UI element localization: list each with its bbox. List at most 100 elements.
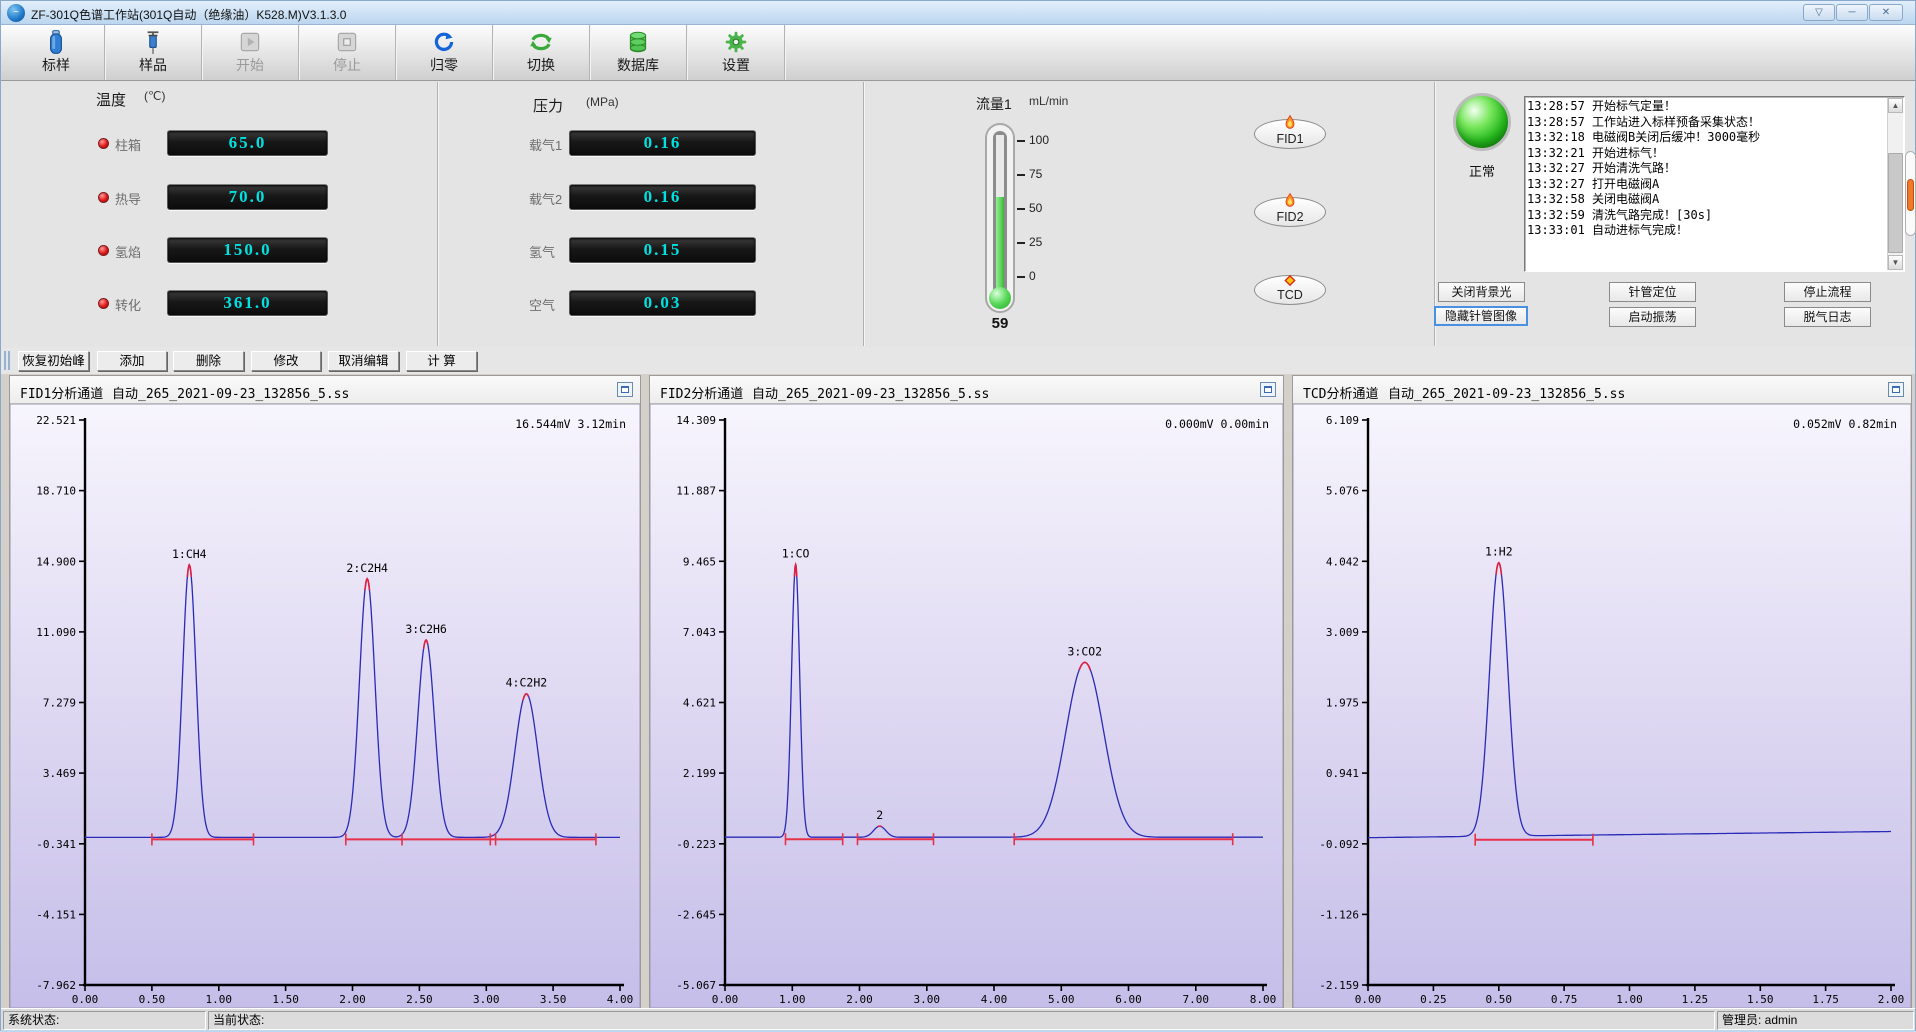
detector-button-tcd[interactable]: TCD: [1254, 275, 1326, 305]
hide-needle-image-button[interactable]: 隐藏针管图像: [1434, 306, 1528, 326]
toolbar-label: 数据库: [590, 55, 686, 75]
x-tick-label: 7.00: [1183, 993, 1210, 1006]
delete-peak-button[interactable]: 删除: [173, 351, 244, 371]
toolbar-button-database[interactable]: 数据库: [590, 25, 687, 80]
temp-row-label: 转化: [115, 295, 141, 314]
y-tick-label: -2.159: [1319, 979, 1359, 992]
pressure-display: 0.15: [569, 237, 756, 263]
detector-button-fid2[interactable]: FID2: [1254, 197, 1326, 227]
scroll-down-icon[interactable]: ▼: [1888, 255, 1903, 270]
pressure-display: 0.03: [569, 290, 756, 316]
chart-file-name: 自动_265_2021-09-23_132856_5.ss: [1388, 383, 1625, 402]
x-tick-label: 3.50: [540, 993, 567, 1006]
switch-icon: [493, 25, 589, 55]
reset-zero-icon: [396, 25, 492, 55]
add-peak-button[interactable]: 添加: [97, 351, 167, 371]
toolbar-button-sample[interactable]: 样品: [105, 25, 202, 80]
restore-initial-peaks-button[interactable]: 恢复初始峰: [18, 351, 89, 371]
peak-label: 1:CO: [782, 547, 810, 561]
pressure-title: 压力: [533, 95, 563, 116]
maximize-chart-icon[interactable]: [1888, 382, 1904, 397]
y-tick-label: 14.309: [676, 414, 716, 427]
x-tick-label: 0.50: [139, 993, 166, 1006]
stop-flow-button[interactable]: 停止流程: [1784, 282, 1871, 302]
flow-tick-label: 50: [1029, 201, 1042, 215]
event-log[interactable]: 13:28:57 开始标气定量！13:28:57 工作站进入标样预备采集状态！1…: [1524, 96, 1905, 272]
close-backlight-button[interactable]: 关闭背景光: [1438, 282, 1525, 302]
maximize-chart-icon[interactable]: [1260, 382, 1276, 397]
status-light-label: 正常: [1453, 161, 1511, 180]
modify-peak-button[interactable]: 修改: [251, 351, 321, 371]
chart-file-name: 自动_265_2021-09-23_132856_5.ss: [112, 383, 349, 402]
flow-value: 59: [981, 315, 1019, 332]
calculate-button[interactable]: 计 算: [406, 351, 477, 371]
temp-display: 65.0: [167, 130, 328, 156]
chart-channel-title: FID1分析通道: [20, 383, 103, 402]
toolbar-label: 设置: [688, 55, 784, 75]
pressure-row-label: 空气: [529, 295, 555, 314]
toolbar-grip[interactable]: [4, 351, 11, 370]
pressure-row-label: 氢气: [529, 242, 555, 261]
log-scrollbar[interactable]: ▲ ▼: [1887, 98, 1903, 270]
close-button[interactable]: ✕: [1869, 4, 1903, 21]
minimize-button[interactable]: ─: [1836, 4, 1868, 21]
start-oscillation-button[interactable]: 启动振荡: [1609, 307, 1696, 327]
toolbar-button-settings[interactable]: 设置: [688, 25, 785, 80]
toolbar-label: 归零: [396, 55, 492, 75]
y-tick-label: -5.067: [676, 979, 716, 992]
syringe-icon: [105, 25, 201, 55]
chart-header: TCD分析通道 自动_265_2021-09-23_132856_5.ss: [1293, 376, 1911, 404]
toolbar-button-zero[interactable]: 归零: [396, 25, 493, 80]
flow-tick-label: 25: [1029, 235, 1042, 249]
x-tick-label: 3.00: [914, 993, 941, 1006]
titlebar: ~ ZF-301Q色谱工作站(301Q自动（绝缘油）K528.M)V3.1.3.…: [1, 1, 1915, 25]
x-tick-label: 3.00: [473, 993, 500, 1006]
chart-channel-title: FID2分析通道: [660, 383, 743, 402]
maximize-chart-icon[interactable]: [617, 382, 633, 397]
app-window: ~ ZF-301Q色谱工作站(301Q自动（绝缘油）K528.M)V3.1.3.…: [0, 0, 1916, 1031]
temp-led: [98, 245, 109, 256]
chart-canvas: 14.30911.8879.4657.0434.6212.199-0.223-2…: [650, 404, 1283, 1008]
y-tick-label: -2.645: [676, 908, 716, 921]
x-tick-label: 2.00: [339, 993, 366, 1006]
toolbar-label: 样品: [105, 55, 201, 75]
detector-button-fid1[interactable]: FID1: [1254, 119, 1326, 149]
toolbar-label: 标样: [8, 55, 104, 75]
flow-tick-label: 75: [1029, 167, 1042, 181]
flow-tick: [1017, 242, 1025, 244]
toolbar-button-start[interactable]: 开始: [202, 25, 299, 80]
toolbar-button-standard-sample[interactable]: 标样: [8, 25, 105, 80]
side-panel-grip[interactable]: [1907, 179, 1914, 211]
status-light: [1453, 93, 1511, 151]
chart-header: FID2分析通道 自动_265_2021-09-23_132856_5.ss: [650, 376, 1283, 404]
chart-channel-title: TCD分析通道: [1303, 383, 1378, 402]
x-tick-label: 2.00: [846, 993, 873, 1006]
temperature-title: 温度: [96, 89, 126, 110]
skin-button[interactable]: ▽: [1803, 4, 1835, 21]
scrollbar-thumb[interactable]: [1888, 153, 1903, 253]
temp-row-label: 热导: [115, 189, 141, 208]
y-tick-label: -0.223: [676, 838, 716, 851]
chromatogram-fid2[interactable]: 14.30911.8879.4657.0434.6212.199-0.223-2…: [650, 404, 1283, 1013]
degas-log-button[interactable]: 脱气日志: [1784, 307, 1871, 327]
y-tick-label: 11.090: [36, 626, 76, 639]
toolbar-button-stop[interactable]: 停止: [299, 25, 396, 80]
log-line: 13:32:27 打开电磁阀A: [1527, 177, 1886, 193]
flow-label: 流量1: [976, 94, 1012, 114]
log-line: 13:28:57 工作站进入标样预备采集状态！: [1527, 115, 1886, 131]
event-log-lines: 13:28:57 开始标气定量！13:28:57 工作站进入标样预备采集状态！1…: [1527, 99, 1886, 269]
toolbar-button-switch[interactable]: 切换: [493, 25, 590, 80]
chromatogram-fid1[interactable]: 22.52118.71014.90011.0907.2793.469-0.341…: [10, 404, 640, 1013]
chart-canvas: 6.1095.0764.0423.0091.9750.941-0.092-1.1…: [1293, 404, 1911, 1008]
needle-position-button[interactable]: 针管定位: [1609, 282, 1696, 302]
cancel-edit-button[interactable]: 取消编辑: [328, 351, 399, 371]
y-tick-label: -0.341: [36, 838, 76, 851]
flow-tick: [1017, 140, 1025, 142]
y-tick-label: 7.043: [683, 626, 716, 639]
detector-label: FID2: [1255, 210, 1325, 224]
section-divider: [863, 82, 864, 346]
flow-gauge-bulb: [989, 287, 1011, 309]
scroll-up-icon[interactable]: ▲: [1888, 98, 1903, 113]
chromatogram-tcd[interactable]: 6.1095.0764.0423.0091.9750.941-0.092-1.1…: [1293, 404, 1911, 1013]
x-tick-label: 1.75: [1812, 993, 1839, 1006]
